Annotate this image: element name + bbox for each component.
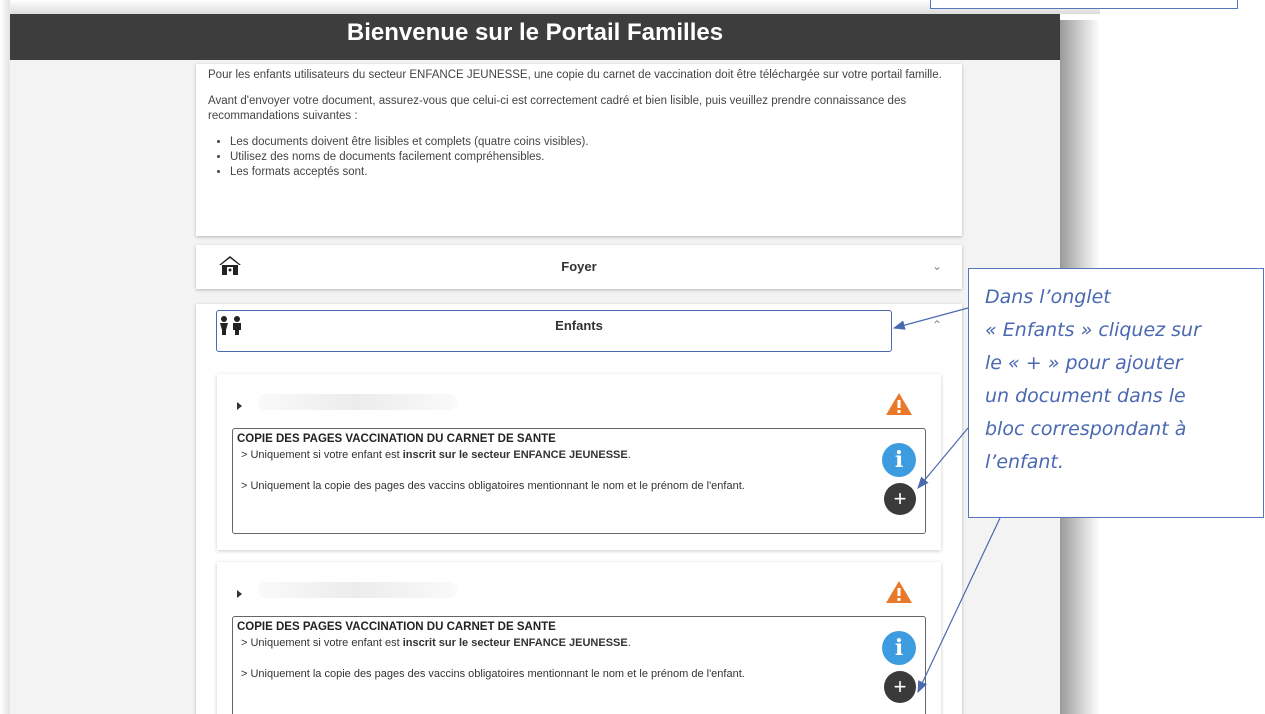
accordion-foyer-header[interactable]: Foyer ⌄: [196, 245, 962, 289]
instruction-callout: Dans l’onglet « Enfants » cliquez sur le…: [968, 268, 1264, 518]
child-name-redacted: [257, 582, 457, 598]
document-condition-2: > Uniquement la copie des pages des vacc…: [241, 480, 745, 492]
document-condition-1-prefix: > Uniquement si votre enfant est: [241, 637, 403, 649]
accordion-enfants: Enfants ⌃ COPIE DES PAGES VACCINATION DU…: [196, 304, 962, 714]
document-condition-1-bold: inscrit sur le secteur ENFANCE JEUNESSE: [402, 449, 628, 461]
accordion-foyer: Foyer ⌄: [196, 245, 962, 289]
document-block: COPIE DES PAGES VACCINATION DU CARNET DE…: [232, 428, 926, 534]
child-name-redacted: [257, 394, 457, 410]
document-condition-1-suffix: .: [627, 637, 631, 649]
intro-paragraph-2: Avant d'envoyer votre document, assurez-…: [208, 95, 907, 122]
callout-box-top: [930, 0, 1238, 9]
recommendation-item: Utilisez des noms de documents facilemen…: [230, 150, 950, 165]
chevron-up-icon[interactable]: ⌃: [932, 318, 942, 332]
chevron-down-icon[interactable]: ⌄: [932, 259, 942, 273]
document-condition-1: > Uniquement si votre enfant est inscrit…: [241, 449, 631, 461]
warning-icon: [885, 580, 913, 609]
info-button[interactable]: i: [882, 631, 916, 665]
intro-panel: Pour les enfants utilisateurs du secteur…: [196, 64, 962, 236]
info-button[interactable]: i: [882, 443, 916, 477]
callout-line: le « + » pour ajouter: [985, 352, 1183, 374]
document-condition-1: > Uniquement si votre enfant est inscrit…: [241, 637, 631, 649]
enfants-highlight-box: [216, 310, 892, 352]
callout-line: un document dans le: [985, 385, 1186, 407]
document-title: COPIE DES PAGES VACCINATION DU CARNET DE…: [237, 433, 556, 445]
document-title: COPIE DES PAGES VACCINATION DU CARNET DE…: [237, 621, 556, 633]
intro-paragraph-1: Pour les enfants utilisateurs du secteur…: [208, 69, 942, 81]
page-title: Bienvenue sur le Portail Familles: [346, 19, 724, 46]
callout-line: l’enfant.: [985, 451, 1064, 473]
warning-icon: [885, 392, 913, 421]
document-condition-1-bold: inscrit sur le secteur ENFANCE JEUNESSE: [402, 637, 628, 649]
document-block: COPIE DES PAGES VACCINATION DU CARNET DE…: [232, 616, 926, 714]
child-card: COPIE DES PAGES VACCINATION DU CARNET DE…: [217, 562, 941, 714]
callout-line: « Enfants » cliquez sur: [985, 319, 1201, 341]
recommendations-list: Les documents doivent être lisibles et c…: [208, 135, 950, 180]
expand-arrow-icon[interactable]: [237, 590, 242, 598]
callout-line: Dans l’onglet: [985, 286, 1111, 308]
document-condition-2: > Uniquement la copie des pages des vacc…: [241, 668, 745, 680]
expand-arrow-icon[interactable]: [237, 402, 242, 410]
recommendation-item: Les formats acceptés sont.: [230, 165, 950, 180]
document-condition-1-prefix: > Uniquement si votre enfant est: [241, 449, 403, 461]
recommendation-item: Les documents doivent être lisibles et c…: [230, 135, 950, 150]
callout-line: bloc correspondant à: [985, 418, 1187, 440]
document-condition-1-suffix: .: [627, 449, 631, 461]
window-shadow-left: [0, 0, 10, 714]
add-document-button[interactable]: +: [884, 483, 916, 515]
header-bar: Bienvenue sur le Portail Familles: [10, 14, 1060, 60]
accordion-foyer-title: Foyer: [561, 259, 597, 274]
portal-window: Bienvenue sur le Portail Familles Pour l…: [10, 14, 1060, 714]
child-card: COPIE DES PAGES VACCINATION DU CARNET DE…: [217, 374, 941, 550]
add-document-button[interactable]: +: [884, 671, 916, 703]
